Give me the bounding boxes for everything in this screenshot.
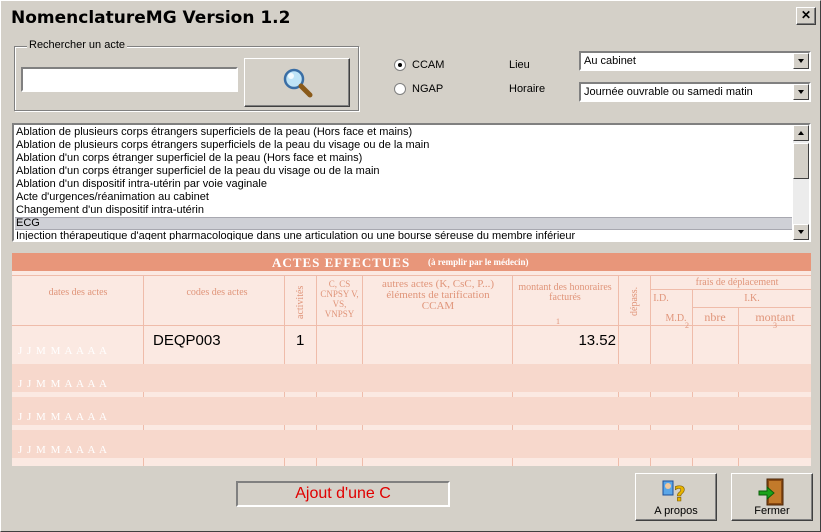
col-montant-note: 1 (556, 317, 560, 326)
radio-ccam[interactable]: CCAM (394, 59, 444, 71)
col-frais: frais de déplacement (695, 277, 779, 288)
form-subtitle: (à remplir par le médecin) (428, 257, 529, 267)
apropos-label: A propos (654, 505, 698, 517)
acts-list: Ablation de plusieurs corps étrangers su… (15, 126, 792, 240)
form-row[interactable] (12, 430, 811, 458)
col-montant: montant des honoraires facturés (518, 282, 612, 303)
list-item[interactable]: Ablation d'un dispositif intra-utérin pa… (15, 178, 792, 191)
search-group: Rechercher un acte (14, 39, 359, 111)
date-mask: J J M M A A A A (18, 345, 108, 357)
list-item[interactable]: ECG (15, 217, 792, 230)
search-input[interactable] (21, 67, 238, 92)
chevron-down-icon[interactable] (793, 53, 809, 69)
grid-line (12, 275, 811, 276)
form-header: ACTES EFFECTUES (à remplir par le médeci… (12, 253, 811, 271)
actes-form: ACTES EFFECTUES (à remplir par le médeci… (12, 253, 811, 466)
horaire-value: Journée ouvrable ou samedi matin (584, 86, 753, 98)
list-item[interactable]: Ablation d'un corps étranger superficiel… (15, 165, 792, 178)
vertical-scrollbar[interactable] (793, 125, 809, 240)
svg-text:?: ? (674, 482, 686, 506)
col-md-note: 2 (685, 321, 689, 330)
col-id: I.D. (653, 293, 669, 304)
col-ik: I.K. (744, 293, 760, 304)
lieu-value: Au cabinet (584, 55, 636, 67)
col-codes: codes des actes (186, 287, 248, 298)
chevron-down-icon[interactable] (793, 84, 809, 100)
title-bar: NomenclatureMG Version 1.2 ✕ (3, 3, 818, 33)
col-dates: dates des actes (48, 287, 108, 298)
col-nbre: nbre (704, 310, 726, 324)
row1-montant: 13.52 (578, 332, 616, 349)
list-item[interactable]: Acte d'urgences/réanimation au cabinet (15, 191, 792, 204)
exit-door-icon (758, 478, 784, 506)
row1-activite: 1 (296, 332, 305, 349)
row1-code: DEQP003 (153, 332, 221, 349)
scroll-down-button[interactable] (793, 224, 809, 240)
col-c: C, CS CNPSY V, VS, VNPSY (320, 279, 359, 319)
list-item[interactable]: Ablation d'un corps étranger superficiel… (15, 152, 792, 165)
list-item[interactable]: Ablation de plusieurs corps étrangers su… (15, 126, 792, 139)
list-item[interactable]: Ablation de plusieurs corps étrangers su… (15, 139, 792, 152)
grid-line (692, 307, 811, 308)
form-row[interactable] (12, 397, 811, 425)
radio-ccam-label: CCAM (412, 59, 445, 71)
acts-listbox[interactable]: Ablation de plusieurs corps étrangers su… (12, 123, 811, 242)
magnifier-icon (283, 68, 313, 97)
col-depass: dépass. (629, 286, 640, 316)
fermer-button[interactable]: Fermer (731, 473, 813, 521)
apropos-button[interactable]: ? A propos (635, 473, 717, 521)
status-message: Ajout d'une C (236, 481, 450, 507)
fermer-label: Fermer (754, 505, 790, 517)
list-item[interactable]: Injection thérapeutique d'agent pharmaco… (15, 230, 792, 240)
window-title: NomenclatureMG Version 1.2 (11, 8, 291, 28)
main-window: NomenclatureMG Version 1.2 ✕ Rechercher … (0, 0, 821, 532)
close-button[interactable]: ✕ (796, 7, 816, 25)
radio-ngap-circle[interactable] (394, 83, 406, 95)
form-title: ACTES EFFECTUES (272, 255, 411, 270)
date-mask: J J M M A A A A (18, 444, 108, 456)
date-mask: J J M M A A A A (18, 411, 108, 423)
horaire-label: Horaire (509, 83, 546, 95)
lieu-label: Lieu (509, 59, 530, 71)
scroll-thumb[interactable] (793, 143, 809, 179)
form-row[interactable] (12, 364, 811, 392)
col-autres: autres actes (K, CsC, P...) éléments de … (381, 278, 495, 312)
radio-ngap-label: NGAP (412, 83, 444, 95)
list-item[interactable]: Changement d'un dispositif intra-utérin (15, 204, 792, 217)
horaire-select[interactable]: Journée ouvrable ou samedi matin (579, 82, 811, 102)
form-row[interactable] (12, 331, 811, 359)
scroll-up-button[interactable] (793, 125, 809, 141)
grid-line (650, 289, 811, 290)
radio-ccam-circle[interactable] (394, 59, 406, 71)
search-group-label: Rechercher un acte (27, 39, 127, 51)
col-ik-montant-note: 3 (773, 321, 777, 330)
info-help-icon: ? (662, 480, 686, 506)
col-activites: activités (295, 285, 306, 319)
date-mask: J J M M A A A A (18, 378, 108, 390)
lieu-select[interactable]: Au cabinet (579, 51, 811, 71)
radio-ngap[interactable]: NGAP (394, 83, 443, 95)
search-button[interactable] (244, 58, 350, 107)
